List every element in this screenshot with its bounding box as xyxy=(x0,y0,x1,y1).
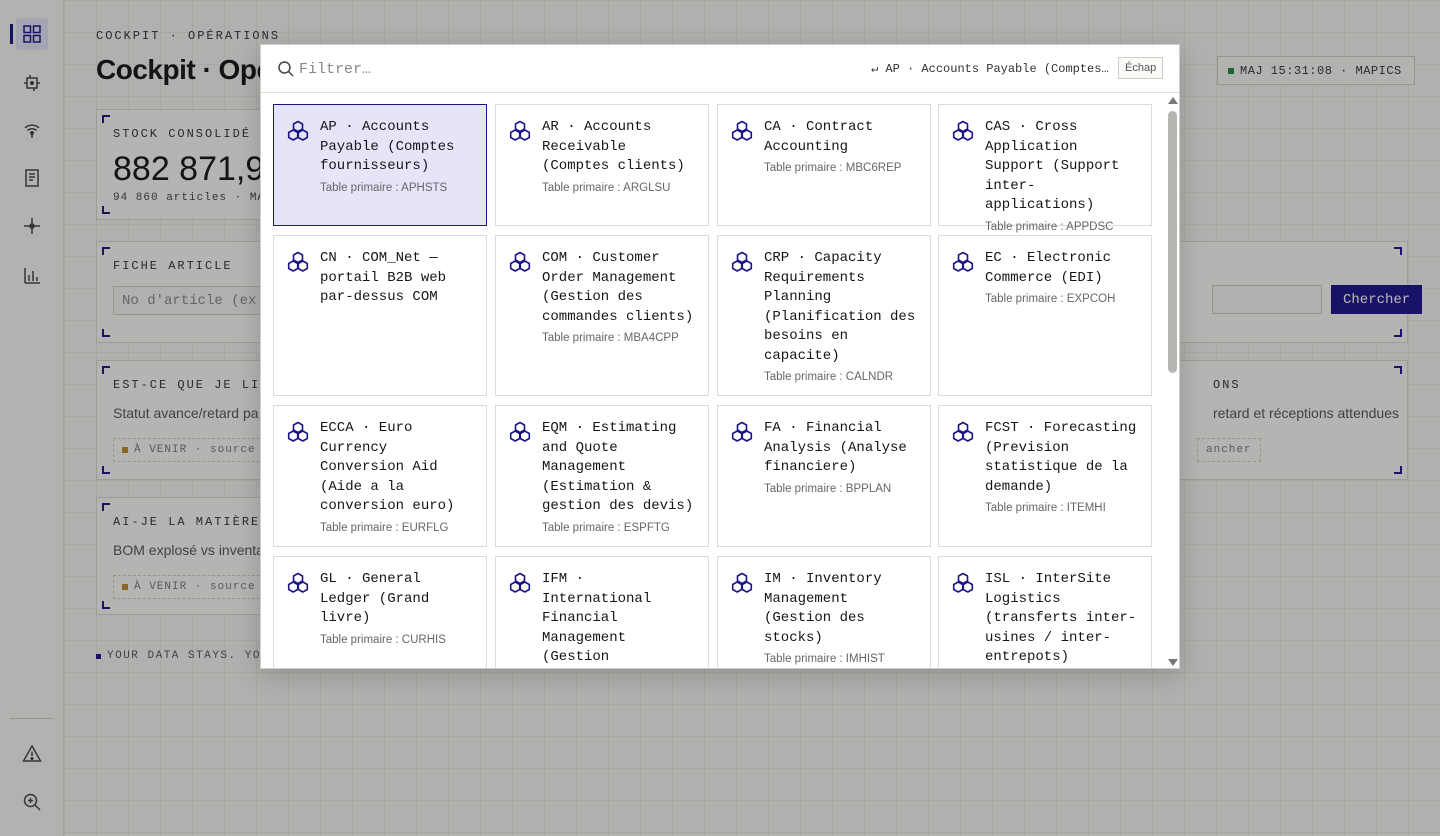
module-title-text: FA · Financial Analysis (Analyse financi… xyxy=(764,420,907,475)
selected-module-hint: ↵ AP · Accounts Payable (Comptes fournis… xyxy=(871,62,1111,76)
module-cubes-icon xyxy=(508,421,532,443)
scroll-thumb[interactable] xyxy=(1168,111,1177,373)
module-primary-table: Table primaire : IMHIST xyxy=(764,653,885,665)
module-primary-table: Table primaire : MBA4CPP xyxy=(542,332,679,344)
module-cubes-icon xyxy=(951,572,975,594)
module-cubes-icon xyxy=(730,421,754,443)
module-title-text: FCST · Forecasting (Prevision statistiqu… xyxy=(985,420,1137,495)
module-primary-table: Table primaire : CURHIS xyxy=(320,633,446,646)
module-title: FCST · Forecasting (Prevision statistiqu… xyxy=(985,419,1141,516)
module-cubes-icon xyxy=(951,421,975,443)
module-tile-cas[interactable]: CAS · Cross Application Support (Support… xyxy=(938,104,1152,233)
module-cubes-icon xyxy=(730,251,754,273)
module-tile-eqm[interactable]: EQM · Estimating and Quote Management (E… xyxy=(495,405,709,547)
module-title: EC · Electronic Commerce (EDI) Table prim… xyxy=(985,249,1141,307)
module-title-text: CAS · Cross Application Support (Support… xyxy=(985,119,1120,213)
module-tile-cn[interactable]: CN · COM_Net — portail B2B web par-dessu… xyxy=(273,235,487,396)
module-primary-table: Table primaire : BPPLAN xyxy=(764,482,892,495)
module-tile-ca[interactable]: CA · Contract Accounting Table primaire :… xyxy=(717,104,931,226)
module-cubes-icon xyxy=(286,120,310,142)
module-cubes-icon xyxy=(508,120,532,142)
module-title: GL · General Ledger (Grand livre) Table p… xyxy=(320,570,476,648)
module-title-text: ISL · InterSite Logistics (transferts in… xyxy=(985,571,1137,665)
module-tile-crp[interactable]: CRP · Capacity Requirements Planning (Pl… xyxy=(717,235,931,396)
module-tile-com[interactable]: COM · Customer Order Management (Gestion… xyxy=(495,235,709,396)
module-tile-im[interactable]: IM · Inventory Management (Gestion des s… xyxy=(717,556,931,668)
module-tile-fcst[interactable]: FCST · Forecasting (Prevision statistiqu… xyxy=(938,405,1152,547)
module-title-text: COM · Customer Order Management (Gestion… xyxy=(542,250,694,325)
module-title: CAS · Cross Application Support (Support… xyxy=(985,118,1141,235)
module-title-text: CA · Contract Accounting xyxy=(764,119,874,155)
module-primary-table: Table primaire : APHSTS xyxy=(320,181,448,194)
module-title-text: CN · COM_Net — portail B2B web par-dessu… xyxy=(320,250,447,305)
module-cubes-icon xyxy=(286,251,310,273)
module-title: COM · Customer Order Management (Gestion… xyxy=(542,249,698,346)
module-tile-ap[interactable]: AP · Accounts Payable (Comptes fournisse… xyxy=(273,104,487,226)
module-primary-table: Table primaire : ESPFTG xyxy=(542,521,670,534)
module-picker-modal: ↵ AP · Accounts Payable (Comptes fournis… xyxy=(260,44,1180,669)
module-primary-table: Table primaire : MBC6REP xyxy=(764,162,902,174)
module-title: AP · Accounts Payable (Comptes fournisse… xyxy=(320,118,476,196)
module-title: IM · Inventory Management (Gestion des s… xyxy=(764,570,920,667)
module-title: AR · Accounts Receivable (Comptes client… xyxy=(542,118,698,196)
module-primary-table: Table primaire : CALNDR xyxy=(764,371,894,383)
module-title-text: AR · Accounts Receivable (Comptes client… xyxy=(542,119,685,174)
module-title: CN · COM_Net — portail B2B web par-dessu… xyxy=(320,249,476,308)
module-tile-isl[interactable]: ISL · InterSite Logistics (transferts in… xyxy=(938,556,1152,668)
module-title: EQM · Estimating and Quote Management (E… xyxy=(542,419,698,536)
module-title: CRP · Capacity Requirements Planning (Pl… xyxy=(764,249,920,385)
module-cubes-icon xyxy=(730,120,754,142)
module-title-text: EC · Electronic Commerce (EDI) xyxy=(985,250,1112,286)
modal-header: ↵ AP · Accounts Payable (Comptes fournis… xyxy=(261,45,1179,93)
modal-scrollbar[interactable] xyxy=(1166,95,1179,668)
module-title: CA · Contract Accounting Table primaire :… xyxy=(764,118,920,176)
scroll-down-arrow[interactable] xyxy=(1168,659,1178,666)
module-title: FA · Financial Analysis (Analyse financi… xyxy=(764,419,920,497)
module-title: ECCA · Euro Currency Conversion Aid (Aid… xyxy=(320,419,476,536)
scroll-up-arrow[interactable] xyxy=(1168,97,1178,104)
module-cubes-icon xyxy=(508,251,532,273)
module-title-text: CRP · Capacity Requirements Planning (Pl… xyxy=(764,250,916,364)
module-title-text: ECCA · Euro Currency Conversion Aid (Aid… xyxy=(320,420,455,514)
module-title-text: GL · General Ledger (Grand livre) xyxy=(320,571,430,626)
module-title-text: AP · Accounts Payable (Comptes fournisse… xyxy=(320,119,455,174)
module-title-text: IM · Inventory Management (Gestion des s… xyxy=(764,571,882,646)
module-cubes-icon xyxy=(951,120,975,142)
module-cubes-icon xyxy=(951,251,975,273)
escape-key-button[interactable]: Échap xyxy=(1118,57,1164,79)
module-primary-table: Table primaire : EXPCOH xyxy=(985,293,1116,305)
module-tile-fa[interactable]: FA · Financial Analysis (Analyse financi… xyxy=(717,405,931,547)
module-title-text: EQM · Estimating and Quote Management (E… xyxy=(542,420,694,514)
module-grid: AP · Accounts Payable (Comptes fournisse… xyxy=(273,104,1153,668)
module-primary-table: Table primaire : EURFLG xyxy=(320,521,449,534)
module-primary-table: Table primaire : ITEMHI xyxy=(985,502,1106,514)
module-tile-ar[interactable]: AR · Accounts Receivable (Comptes client… xyxy=(495,104,709,226)
module-tile-ecca[interactable]: ECCA · Euro Currency Conversion Aid (Aid… xyxy=(273,405,487,547)
module-primary-table: Table primaire : APPDSC xyxy=(985,220,1114,233)
module-tile-ifm[interactable]: IFM · International Financial Management… xyxy=(495,556,709,668)
module-title: ISL · InterSite Logistics (transferts in… xyxy=(985,570,1141,668)
filter-input[interactable] xyxy=(299,57,799,81)
module-title: IFM · International Financial Management… xyxy=(542,570,698,668)
module-cubes-icon xyxy=(730,572,754,594)
module-primary-table: Table primaire : ARGLSU xyxy=(542,181,671,194)
module-title-text: IFM · International Financial Management… xyxy=(542,571,652,665)
module-cubes-icon xyxy=(286,572,310,594)
search-icon xyxy=(278,61,294,77)
module-cubes-icon xyxy=(286,421,310,443)
module-tile-gl[interactable]: GL · General Ledger (Grand livre) Table p… xyxy=(273,556,487,668)
module-tile-ec[interactable]: EC · Electronic Commerce (EDI) Table prim… xyxy=(938,235,1152,396)
module-cubes-icon xyxy=(508,572,532,594)
